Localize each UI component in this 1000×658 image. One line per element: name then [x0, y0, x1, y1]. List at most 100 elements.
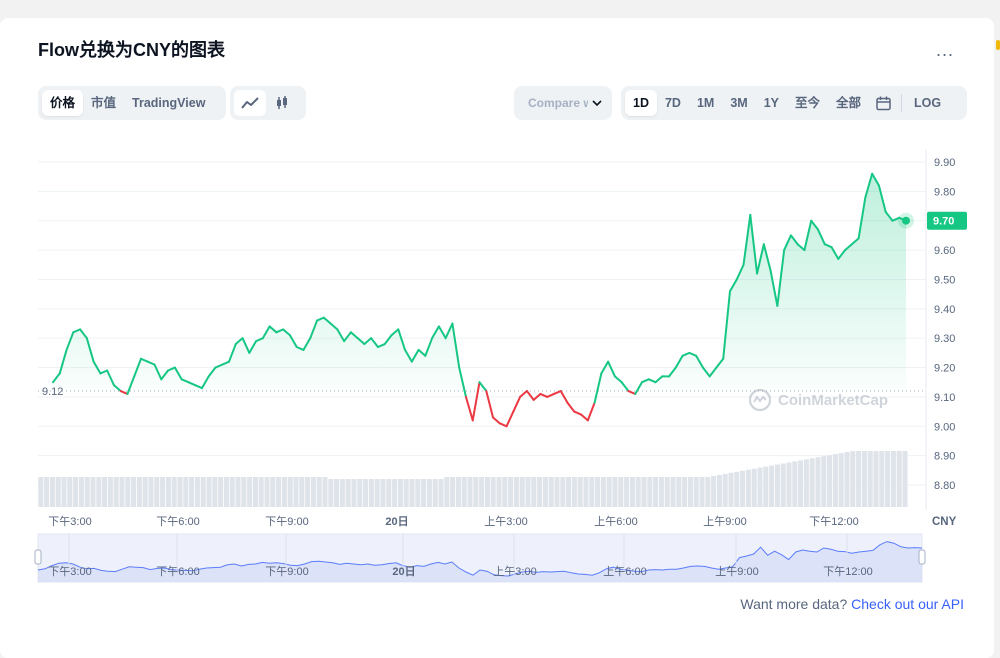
current-price-label: 9.70 — [933, 216, 954, 228]
volume-bar — [392, 479, 398, 507]
navigator-tick-label: 上午9:00 — [715, 565, 758, 578]
volume-bar — [815, 457, 821, 507]
price-line-segment — [505, 410, 515, 428]
volume-bar — [67, 477, 73, 507]
volume-bar — [450, 477, 456, 507]
volume-bar — [281, 477, 287, 507]
volume-bar — [786, 462, 792, 507]
volume-bar — [902, 451, 908, 507]
volume-bar — [879, 451, 885, 507]
volume-bar — [264, 477, 270, 507]
volume-bar — [647, 477, 653, 507]
y-tick-label: 9.40 — [934, 304, 955, 316]
volume-bar — [670, 477, 676, 507]
volume-bar — [757, 467, 763, 507]
price-line-segment — [525, 390, 535, 401]
volume-bar — [496, 477, 502, 507]
volume-bar — [160, 477, 166, 507]
volume-bar — [560, 477, 566, 507]
coinmarketcap-logo-icon — [748, 388, 772, 412]
volume-bar — [119, 477, 125, 507]
volume-bar — [600, 477, 606, 507]
volume-bar — [363, 479, 369, 507]
price-line-segment — [512, 395, 522, 413]
volume-bar — [113, 477, 119, 507]
volume-bar — [107, 477, 113, 507]
y-tick-label: 9.00 — [934, 421, 955, 433]
volume-bar — [96, 477, 102, 507]
volume-bar — [287, 477, 293, 507]
price-line-segment — [586, 401, 596, 422]
navigator-tick-label: 下午3:00 — [48, 565, 91, 578]
volume-bar — [322, 477, 328, 507]
volume-bar — [258, 477, 264, 507]
volume-bar — [618, 477, 624, 507]
volume-bar — [218, 477, 224, 507]
volume-bar — [490, 477, 496, 507]
volume-bar — [728, 472, 734, 507]
volume-bar — [705, 477, 711, 507]
price-line-segment — [492, 416, 501, 425]
volume-bar — [850, 451, 856, 507]
volume-bar — [629, 477, 635, 507]
price-chart: 9.90 9.80 9.70 9.60 9.50 9.40 9.30 9.20 9.10 9.00… — [34, 150, 967, 583]
y-tick-label: 9.10 — [934, 392, 955, 404]
volume-bar — [328, 479, 334, 507]
volume-bar — [606, 477, 612, 507]
navigator-tick-label: 下午12:00 — [823, 565, 873, 578]
volume-bar — [183, 477, 189, 507]
api-link[interactable]: Check out our API — [851, 596, 964, 612]
volume-bar — [566, 477, 572, 507]
volume-bar — [856, 451, 862, 507]
volume-bar — [641, 477, 647, 507]
volume-bar — [194, 477, 200, 507]
volume-bar — [798, 460, 804, 507]
current-point — [902, 216, 910, 225]
volume-bar — [548, 477, 554, 507]
volume-bar — [740, 470, 746, 507]
coinmarketcap-watermark: CoinMarketCap — [748, 388, 888, 412]
volume-bar — [769, 465, 775, 507]
x-tick-label: 上午9:00 — [703, 515, 746, 528]
volume-bar — [589, 477, 595, 507]
volume-bar — [467, 477, 473, 507]
volume-bar — [664, 477, 670, 507]
volume-bar — [397, 479, 403, 507]
navigator-tick-label: 上午6:00 — [603, 565, 646, 578]
volume-bar — [821, 456, 827, 507]
price-line-segment — [566, 401, 576, 413]
navigator-left-handle[interactable] — [34, 549, 42, 565]
volume-bar — [809, 458, 815, 507]
volume-bar — [861, 451, 867, 507]
volume-bar — [693, 477, 699, 507]
volume-bar — [751, 468, 757, 507]
watermark-text: CoinMarketCap — [778, 391, 889, 409]
volume-bar — [415, 479, 421, 507]
volume-bar — [792, 461, 798, 507]
volume-bar — [165, 477, 171, 507]
volume-bar — [154, 477, 160, 507]
volume-bar — [200, 477, 206, 507]
volume-bar — [479, 477, 485, 507]
volume-bar — [73, 477, 79, 507]
baseline-label: 9.12 — [42, 386, 63, 398]
navigator-tick-label: 下午6:00 — [156, 565, 199, 578]
volume-bar — [44, 477, 50, 507]
volume-bar — [252, 477, 258, 507]
volume-bar — [438, 479, 444, 507]
volume-bar — [612, 477, 618, 507]
volume-bar — [473, 477, 479, 507]
volume-bar — [827, 455, 833, 507]
footer: Want more data? Check out our API — [740, 596, 964, 612]
volume-bar — [513, 477, 519, 507]
volume-bar — [305, 477, 311, 507]
y-tick-label: 9.60 — [934, 245, 955, 257]
y-tick-label: 9.20 — [934, 363, 955, 375]
volume-bar — [380, 479, 386, 507]
navigator-right-handle[interactable] — [918, 549, 926, 565]
volume-bar — [421, 479, 427, 507]
volume-bar — [838, 453, 844, 507]
volume-bar — [542, 477, 548, 507]
volume-bar — [177, 477, 183, 507]
volume-bar — [711, 475, 717, 507]
